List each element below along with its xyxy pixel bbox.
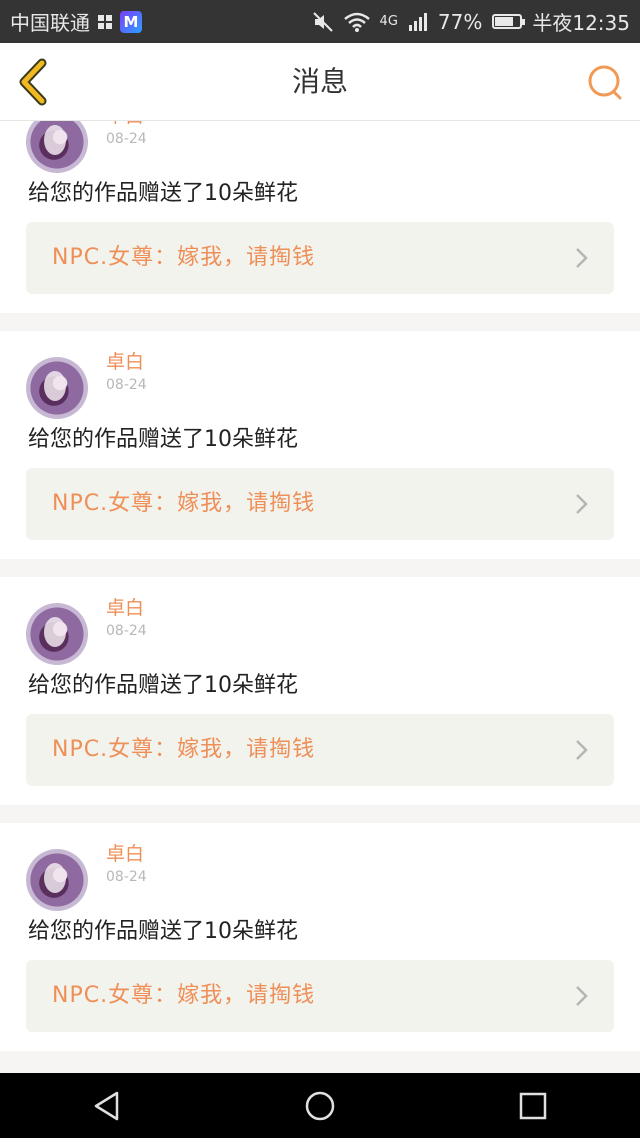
search-button[interactable]: [584, 61, 626, 103]
wifi-icon: [343, 12, 370, 32]
app-notification-icon: M: [120, 10, 142, 33]
sender-name[interactable]: 卓白: [106, 593, 144, 620]
message-text: 给您的作品赠送了10朵鲜花: [28, 673, 298, 698]
nav-recent-icon: [520, 1092, 547, 1119]
work-link[interactable]: NPC.女尊：嫁我，请掏钱: [26, 714, 614, 786]
message-text: 给您的作品赠送了10朵鲜花: [28, 919, 298, 944]
qr-grid-icon: [98, 14, 112, 29]
message-card: 卓白 08-24 给您的作品赠送了10朵鲜花 NPC.女尊：嫁我，请掏钱: [0, 331, 640, 559]
carrier-label: 中国联通: [10, 11, 90, 35]
avatar[interactable]: [26, 603, 88, 665]
chevron-right-icon: [576, 740, 588, 760]
work-title: NPC.女尊：嫁我，请掏钱: [52, 245, 316, 270]
message-text: 给您的作品赠送了10朵鲜花: [28, 181, 298, 206]
work-title: NPC.女尊：嫁我，请掏钱: [52, 491, 316, 516]
battery-icon: [492, 14, 526, 29]
work-title: NPC.女尊：嫁我，请掏钱: [52, 983, 316, 1008]
nav-home-button[interactable]: [290, 1081, 350, 1131]
nav-back-icon: [94, 1091, 118, 1120]
work-link[interactable]: NPC.女尊：嫁我，请掏钱: [26, 468, 614, 540]
message-list[interactable]: 卓白 08-24 给您的作品赠送了10朵鲜花 NPC.女尊：嫁我，请掏钱 卓白 …: [0, 121, 640, 1073]
sender-name[interactable]: 卓白: [106, 839, 144, 866]
system-nav-bar: [0, 1073, 640, 1138]
work-link[interactable]: NPC.女尊：嫁我，请掏钱: [26, 960, 614, 1032]
nav-home-icon: [305, 1091, 335, 1120]
network-type-label: 4G: [379, 14, 398, 29]
mute-icon: [312, 11, 333, 32]
nav-recent-button[interactable]: [503, 1081, 563, 1131]
sender-name[interactable]: 卓白: [106, 121, 144, 128]
message-text: 给您的作品赠送了10朵鲜花: [28, 427, 298, 452]
header-bar: 消息: [0, 43, 640, 121]
chevron-right-icon: [576, 248, 588, 268]
battery-percent: 77%: [437, 9, 483, 34]
sender-name[interactable]: 卓白: [106, 347, 144, 374]
nav-back-button[interactable]: [77, 1081, 137, 1131]
message-card: 卓白 08-24 给您的作品赠送了10朵鲜花 NPC.女尊：嫁我，请掏钱: [0, 121, 640, 313]
message-date: 08-24: [106, 623, 147, 639]
message-date: 08-24: [106, 131, 147, 147]
avatar[interactable]: [26, 357, 88, 419]
avatar[interactable]: [26, 121, 88, 173]
clock: 半夜12:35: [532, 11, 630, 35]
message-card: 卓白 08-24 给您的作品赠送了10朵鲜花 NPC.女尊：嫁我，请掏钱: [0, 577, 640, 805]
work-link[interactable]: NPC.女尊：嫁我，请掏钱: [26, 222, 614, 294]
search-icon: [588, 65, 622, 100]
message-date: 08-24: [106, 377, 147, 393]
message-card: 卓白 08-24 给您的作品赠送了10朵鲜花 NPC.女尊：嫁我，请掏钱: [0, 823, 640, 1051]
chevron-right-icon: [576, 494, 588, 514]
chevron-right-icon: [576, 986, 588, 1006]
signal-icon: [408, 12, 427, 31]
status-bar: 中国联通 M 4G 77% 半夜12:35: [0, 0, 640, 43]
work-title: NPC.女尊：嫁我，请掏钱: [52, 737, 316, 762]
page-title: 消息: [291, 65, 348, 98]
message-date: 08-24: [106, 869, 147, 885]
avatar[interactable]: [26, 849, 88, 911]
